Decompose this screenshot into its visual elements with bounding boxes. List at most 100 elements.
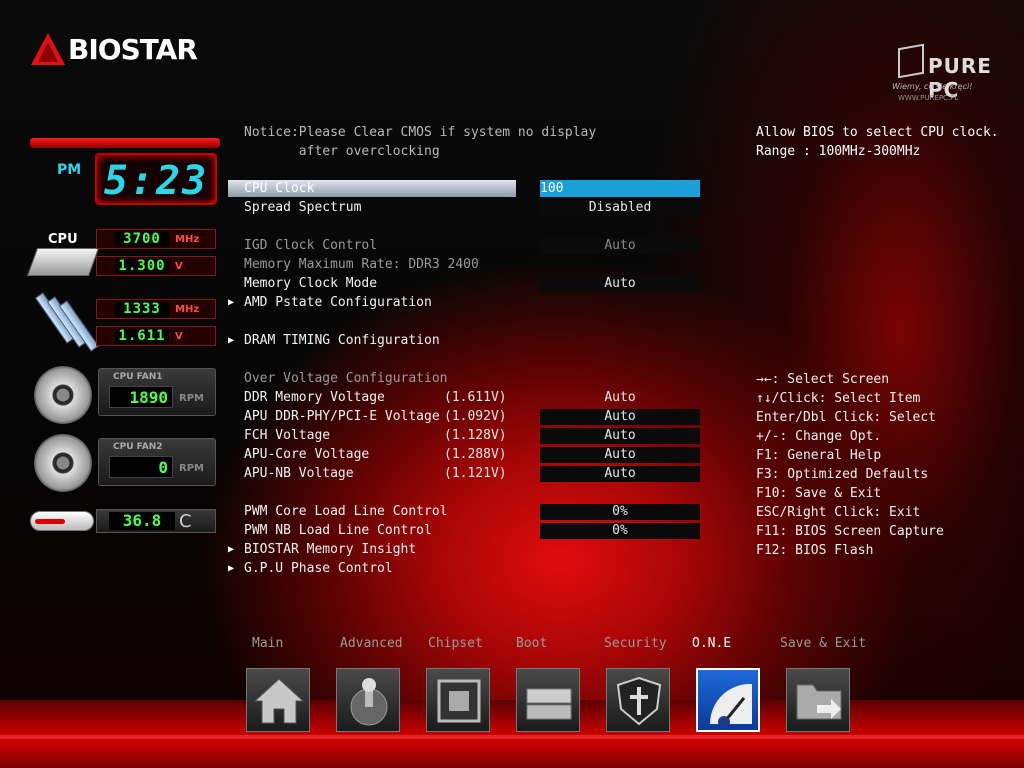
chip-icon xyxy=(437,679,481,723)
tab-main[interactable] xyxy=(246,668,310,732)
setting-label: APU DDR-PHY/PCI-E Voltage xyxy=(244,409,440,424)
tab-main-label[interactable]: Main xyxy=(252,636,283,651)
cpu-freq-value: 3700 xyxy=(115,232,169,247)
key-legend: →←: Select Screen ↑↓/Click: Select Item … xyxy=(756,370,944,560)
exit-folder-icon xyxy=(796,684,842,720)
cpu-label: CPU xyxy=(48,232,78,247)
setting-label: PWM Core Load Line Control xyxy=(244,504,448,519)
setting-memory-clock-mode[interactable]: Memory Clock Mode Auto xyxy=(244,274,700,293)
key-hint: F1: General Help xyxy=(756,448,882,463)
submenu-amd-pstate[interactable]: AMD Pstate Configuration xyxy=(244,293,700,312)
mem-volt-readout: 1.611 V xyxy=(96,326,216,346)
section-heading: Over Voltage Configuration xyxy=(244,371,448,386)
key-hint: +/-: Change Opt. xyxy=(756,429,882,444)
tab-boot[interactable] xyxy=(516,668,580,732)
setting-label: DDR Memory Voltage xyxy=(244,390,385,405)
floor-highlight xyxy=(0,735,1024,739)
setting-voltage: (1.288V) xyxy=(444,447,507,462)
pwm-core-llc-select[interactable]: 0% xyxy=(540,504,700,520)
igd-clock-value: Auto xyxy=(540,238,700,254)
submenu-gpu-phase-control[interactable]: G.P.U Phase Control xyxy=(244,559,700,578)
tab-advanced-label[interactable]: Advanced xyxy=(340,636,403,651)
setting-spread-spectrum[interactable]: Spread Spectrum Disabled xyxy=(244,198,700,217)
home-icon xyxy=(253,678,305,724)
apu-core-voltage-select[interactable]: Auto xyxy=(540,447,700,463)
setting-pwm-nb-llc[interactable]: PWM NB Load Line Control 0% xyxy=(244,521,700,540)
setting-ddr-memory-voltage[interactable]: DDR Memory Voltage (1.611V) Auto xyxy=(244,388,700,407)
setting-apu-ddr-phy-voltage[interactable]: APU DDR-PHY/PCI-E Voltage (1.092V) Auto xyxy=(244,407,700,426)
setting-pwm-core-llc[interactable]: PWM Core Load Line Control 0% xyxy=(244,502,700,521)
tab-one-label[interactable]: O.N.E xyxy=(692,636,731,651)
spread-spectrum-select[interactable]: Disabled xyxy=(540,200,700,216)
setting-label: G.P.U Phase Control xyxy=(244,561,393,576)
setting-voltage: (1.121V) xyxy=(444,466,507,481)
fch-voltage-select[interactable]: Auto xyxy=(540,428,700,444)
logo-text: BIOSTAR xyxy=(68,32,198,66)
shield-icon xyxy=(616,676,662,726)
setting-label: APU-NB Voltage xyxy=(244,466,354,481)
cpu-chip-icon xyxy=(26,248,100,276)
pwm-nb-llc-select[interactable]: 0% xyxy=(540,523,700,539)
submenu-dram-timing[interactable]: DRAM TIMING Configuration xyxy=(244,331,700,350)
setting-apu-nb-voltage[interactable]: APU-NB Voltage (1.121V) Auto xyxy=(244,464,700,483)
fan2-rpm: 0 xyxy=(109,456,173,478)
ddr-voltage-select[interactable]: Auto xyxy=(540,390,700,406)
tab-save-exit-label[interactable]: Save & Exit xyxy=(780,636,866,651)
gauge-icon xyxy=(709,683,752,728)
tab-boot-label[interactable]: Boot xyxy=(516,636,547,651)
cpu-fan1-readout: CPU FAN1 1890 RPM xyxy=(98,368,216,416)
fan1-unit: RPM xyxy=(179,393,204,404)
thermometer-fill xyxy=(35,519,65,524)
key-hint: →←: Select Screen xyxy=(756,372,890,387)
key-hint: ESC/Right Click: Exit xyxy=(756,505,921,520)
tab-chipset[interactable] xyxy=(426,668,490,732)
drive-icon xyxy=(526,688,572,720)
submenu-arrow-icon: ▶ xyxy=(228,335,235,346)
fan1-title: CPU FAN1 xyxy=(113,372,163,382)
floor-stripe xyxy=(0,700,1024,768)
setting-voltage: (1.092V) xyxy=(444,409,507,424)
tab-security[interactable] xyxy=(606,668,670,732)
key-hint: Enter/Dbl Click: Select xyxy=(756,410,937,425)
mem-volt-unit: V xyxy=(175,331,183,342)
mem-freq-readout: 1333 MHz xyxy=(96,299,216,319)
clock-display: 5:23 xyxy=(95,153,217,205)
thermometer-icon xyxy=(30,511,94,531)
cpu-clock-input[interactable]: 100 xyxy=(540,181,700,197)
setting-label: FCH Voltage xyxy=(244,428,331,443)
submenu-arrow-icon: ▶ xyxy=(228,297,235,308)
item-help-text: Allow BIOS to select CPU clock. Range : … xyxy=(756,125,999,159)
mem-volt-value: 1.611 xyxy=(115,329,169,344)
watermark-tagline: Wiemy, co się kręci! xyxy=(892,82,973,91)
cpu-volt-unit: V xyxy=(175,261,183,272)
section-over-voltage: Over Voltage Configuration xyxy=(244,369,700,388)
setting-label: APU-Core Voltage xyxy=(244,447,370,462)
tab-security-label[interactable]: Security xyxy=(604,636,667,651)
memory-clock-mode-select[interactable]: Auto xyxy=(540,276,700,292)
cpu-freq-readout: 3700 MHz xyxy=(96,229,216,249)
apu-nb-voltage-select[interactable]: Auto xyxy=(540,466,700,482)
apu-ddr-phy-voltage-select[interactable]: Auto xyxy=(540,409,700,425)
temperature-value: 36.8 xyxy=(109,512,175,530)
clock-panel: PM 5:23 xyxy=(30,138,220,208)
setting-memory-max-rate: Memory Maximum Rate: DDR3 2400 xyxy=(244,255,700,274)
setting-apu-core-voltage[interactable]: APU-Core Voltage (1.288V) Auto xyxy=(244,445,700,464)
key-hint: F3: Optimized Defaults xyxy=(756,467,929,482)
setting-label: BIOSTAR Memory Insight xyxy=(244,542,417,557)
fan-icon xyxy=(34,434,92,492)
tab-one[interactable] xyxy=(696,668,760,732)
joystick-icon xyxy=(350,678,388,726)
tab-chipset-label[interactable]: Chipset xyxy=(428,636,483,651)
setting-fch-voltage[interactable]: FCH Voltage (1.128V) Auto xyxy=(244,426,700,445)
setting-voltage: (1.128V) xyxy=(444,428,507,443)
clock-ampm: PM xyxy=(57,162,82,178)
fan2-unit: RPM xyxy=(179,463,204,474)
setting-cpu-clock[interactable]: CPU Clock 100 xyxy=(244,179,700,198)
overclock-notice: Notice:Please Clear CMOS if system no di… xyxy=(244,125,597,159)
tab-advanced[interactable] xyxy=(336,668,400,732)
setting-label: AMD Pstate Configuration xyxy=(244,295,432,310)
setting-label: DRAM TIMING Configuration xyxy=(244,333,440,348)
submenu-arrow-icon: ▶ xyxy=(228,544,235,555)
submenu-memory-insight[interactable]: BIOSTAR Memory Insight xyxy=(244,540,700,559)
tab-save-exit[interactable] xyxy=(786,668,850,732)
